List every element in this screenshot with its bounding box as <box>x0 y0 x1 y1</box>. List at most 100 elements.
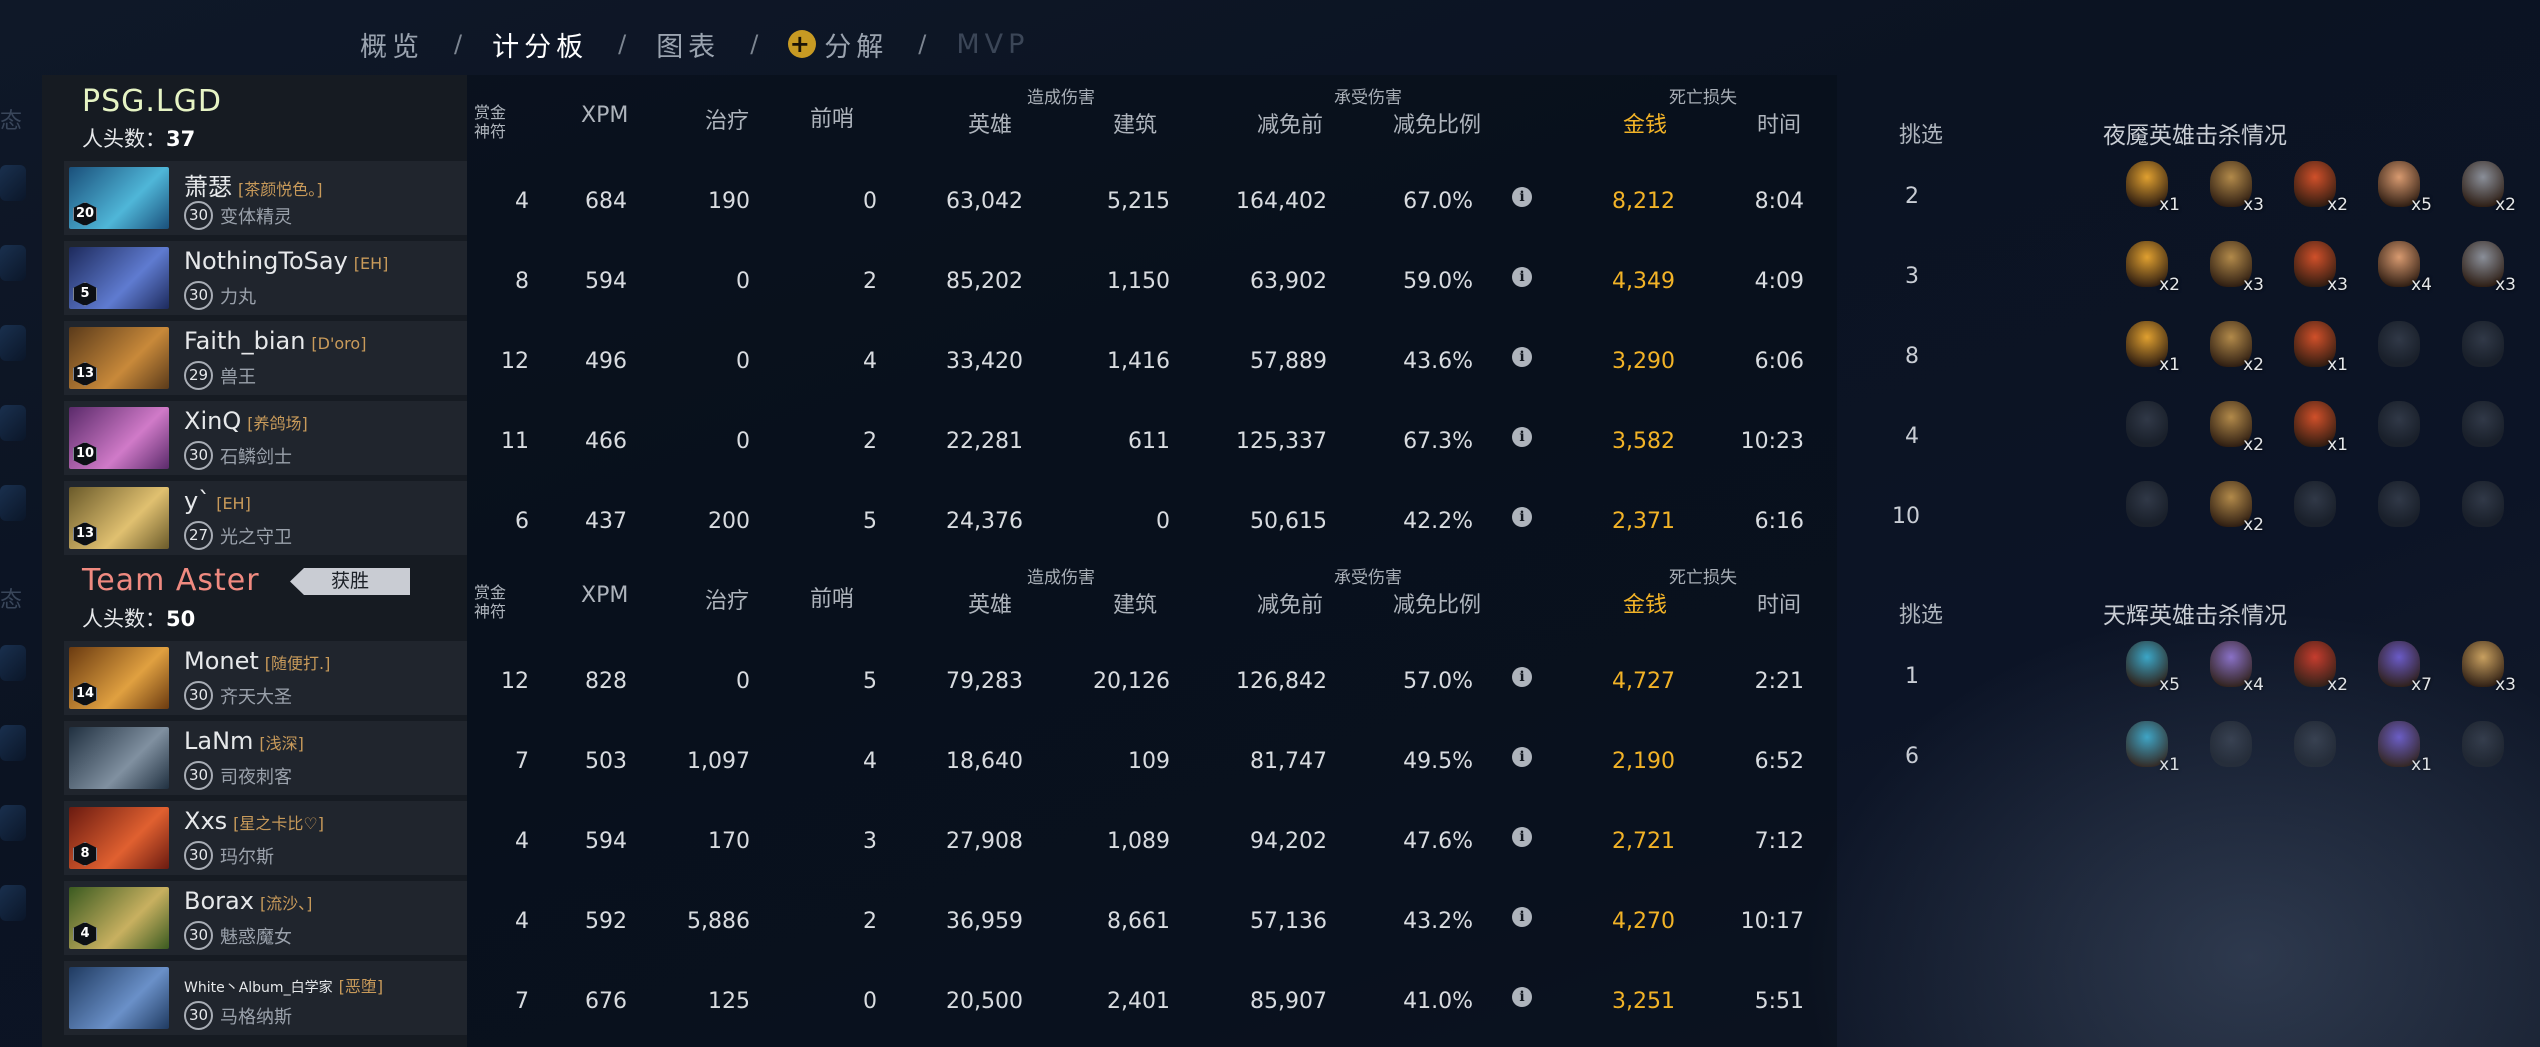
cell-building-dmg: 2,401 <box>1107 989 1170 1014</box>
cell-building-dmg: 20,126 <box>1093 669 1170 694</box>
cell-time-dead: 10:23 <box>1740 429 1804 454</box>
info-icon[interactable]: i <box>1512 987 1532 1007</box>
player-guild-tag: [养鸽场] <box>247 414 308 433</box>
cell-taken: 57,889 <box>1250 349 1327 374</box>
column-header-before-reduction: 减免前 <box>1257 593 1324 618</box>
hero-name: 力丸 <box>220 287 256 308</box>
player-name: Xxs [星之卡比♡] <box>184 807 324 835</box>
cell-pick-order: 10 <box>1892 504 1920 529</box>
hero-portrait-edge <box>0 325 26 361</box>
nav-separator: / <box>918 30 927 58</box>
kill-count: x5 <box>2411 195 2432 215</box>
tab-scoreboard[interactable]: 计分板 <box>484 25 596 64</box>
cell-heal: 200 <box>708 509 750 534</box>
cell-hero-dmg: 36,959 <box>946 909 1023 934</box>
tab-graphs[interactable]: 图表 <box>648 25 728 64</box>
info-icon[interactable]: i <box>1512 667 1532 687</box>
team-name: Team Aster <box>82 563 260 598</box>
column-header-death-loss: 死亡损失 <box>1669 88 1737 108</box>
player-guild-tag: [EH] <box>216 494 251 513</box>
cell-gold-loss: 2,190 <box>1612 749 1675 774</box>
info-icon[interactable]: i <box>1512 187 1532 207</box>
player-card[interactable]: 5 NothingToSay [EH] 30 力丸 <box>64 241 467 315</box>
info-icon[interactable]: i <box>1512 347 1532 367</box>
player-name: White丶Album_白学家 [恶堕] <box>184 973 383 997</box>
cell-wards: 2 <box>863 269 877 294</box>
player-card[interactable]: LaNm [浅深] 30 司夜刺客 <box>64 721 467 795</box>
tab-breakdown[interactable]: + 分解 <box>780 25 896 64</box>
player-card[interactable]: 4 Borax [流沙、] 30 魅惑魔女 <box>64 881 467 955</box>
player-card[interactable]: 14 Monet [随便打.] 30 齐天大圣 <box>64 641 467 715</box>
column-header-pick: 挑选 <box>1899 603 1944 628</box>
info-icon[interactable]: i <box>1512 747 1532 767</box>
cell-xpm: 594 <box>585 829 627 854</box>
cell-gold-loss: 3,582 <box>1612 429 1675 454</box>
cell-reduction: 43.6% <box>1403 349 1473 374</box>
tab-mvp[interactable]: MVP <box>948 29 1037 60</box>
hero-face-icon <box>2294 721 2336 767</box>
player-name-text: Xxs <box>184 807 228 835</box>
player-card[interactable]: 13 Faith_bian [D'oro] 29 兽王 <box>64 321 467 395</box>
nav-separator: / <box>750 30 759 58</box>
player-name: 萧瑟 [茶颜悦色。] <box>184 167 323 202</box>
player-card[interactable]: 13 y` [EH] 27 光之守卫 <box>64 481 467 555</box>
player-card[interactable]: 8 Xxs [星之卡比♡] 30 玛尔斯 <box>64 801 467 875</box>
info-icon[interactable]: i <box>1512 427 1532 447</box>
cell-heal: 1,097 <box>687 749 750 774</box>
hero-level-badge: 20 <box>73 202 97 226</box>
hero-kill-icon: x2 <box>2456 159 2516 215</box>
tab-overview[interactable]: 概览 <box>352 25 432 64</box>
hero-kill-icon: x1 <box>2288 399 2348 455</box>
kills-panel-title: 天辉英雄击杀情况 <box>2103 603 2287 629</box>
hero-kill-icon: x3 <box>2456 639 2516 695</box>
account-level: 29 <box>184 361 213 390</box>
hero-kill-icon: x2 <box>2204 319 2264 375</box>
hero-kill-icon <box>2456 719 2510 773</box>
hero-name: 马格纳斯 <box>220 1007 292 1028</box>
cell-taken: 164,402 <box>1236 189 1327 214</box>
hero-kill-icon: x3 <box>2204 159 2264 215</box>
hero-kill-icon: x3 <box>2204 239 2264 295</box>
cell-building-dmg: 0 <box>1156 509 1170 534</box>
left-edge-strip: 态 态 <box>0 75 42 1047</box>
column-header-xpm: XPM <box>581 103 629 128</box>
player-name: Monet [随便打.] <box>184 647 330 675</box>
player-card[interactable]: 10 XinQ [养鸽场] 30 石鳞剑士 <box>64 401 467 475</box>
cell-hero-dmg: 22,281 <box>946 429 1023 454</box>
player-name-text: y` <box>184 487 211 515</box>
cell-pick-order: 2 <box>1905 184 1919 209</box>
hero-kill-icon <box>2456 479 2510 533</box>
hero-level-badge: 8 <box>73 842 97 866</box>
cell-taken: 85,907 <box>1250 989 1327 1014</box>
info-icon[interactable]: i <box>1512 907 1532 927</box>
info-icon[interactable]: i <box>1512 267 1532 287</box>
cell-hero-dmg: 24,376 <box>946 509 1023 534</box>
cell-wards: 2 <box>863 909 877 934</box>
hero-kill-icon: x3 <box>2456 239 2516 295</box>
player-card[interactable]: White丶Album_白学家 [恶堕] 30 马格纳斯 <box>64 961 467 1035</box>
hero-kill-icon: x2 <box>2288 639 2348 695</box>
hero-portrait-edge <box>0 885 26 921</box>
column-header-death-loss: 死亡损失 <box>1669 568 1737 588</box>
account-level: 30 <box>184 761 213 790</box>
cell-gold-loss: 4,727 <box>1612 669 1675 694</box>
hero-kill-icon: x1 <box>2372 719 2432 775</box>
cell-bounty: 11 <box>501 429 529 454</box>
hero-kill-icon: x5 <box>2372 159 2432 215</box>
column-header-dmg-dealt: 造成伤害 <box>1027 88 1095 108</box>
player-card[interactable]: 20 萧瑟 [茶颜悦色。] 30 变体精灵 <box>64 161 467 235</box>
hero-portrait <box>69 967 169 1029</box>
kill-count: x2 <box>2327 675 2348 695</box>
info-icon[interactable]: i <box>1512 507 1532 527</box>
info-icon[interactable]: i <box>1512 827 1532 847</box>
player-name-text: White丶Album_白学家 <box>184 980 333 996</box>
hero-kill-icon <box>2372 479 2426 533</box>
kill-count: x4 <box>2243 675 2264 695</box>
hero-level-badge: 4 <box>73 922 97 946</box>
hero-kill-icon: x1 <box>2120 719 2180 775</box>
hero-portrait-edge <box>0 165 26 201</box>
column-header-time: 时间 <box>1757 593 1802 618</box>
hero-kill-icon: x2 <box>2204 399 2264 455</box>
cell-reduction: 49.5% <box>1403 749 1473 774</box>
hero-kill-icon: x7 <box>2372 639 2432 695</box>
